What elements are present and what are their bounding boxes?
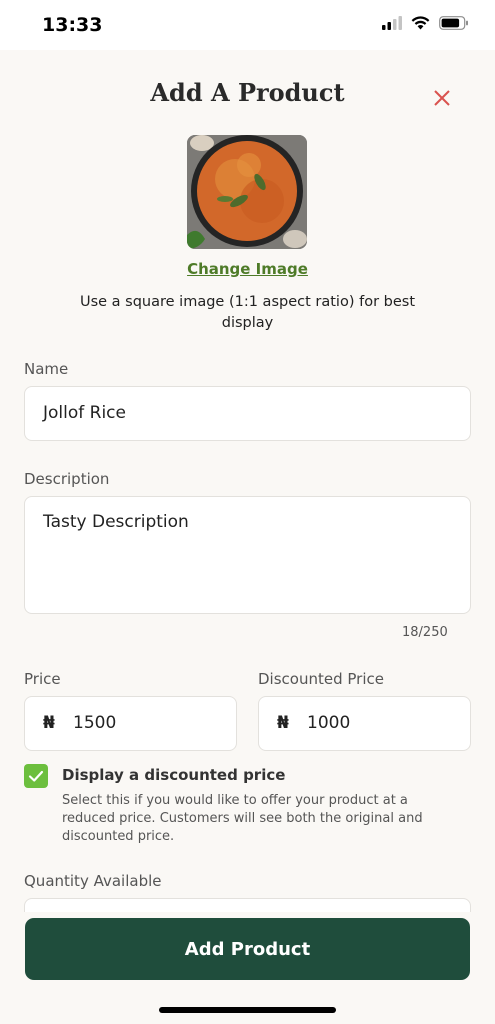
name-value: Jollof Rice	[43, 403, 126, 423]
discounted-price-input[interactable]: ₦ 1000	[258, 696, 471, 751]
price-input[interactable]: ₦ 1500	[24, 696, 237, 751]
food-plate-image	[187, 135, 307, 249]
close-button[interactable]	[428, 84, 456, 112]
battery-icon	[439, 16, 468, 30]
cellular-signal-icon	[382, 16, 402, 30]
close-icon	[434, 90, 450, 106]
name-input[interactable]: Jollof Rice	[24, 386, 471, 441]
wifi-icon	[411, 16, 430, 30]
description-value: Tasty Description	[43, 512, 189, 532]
price-label: Price	[24, 670, 61, 688]
discount-checkbox-label: Display a discounted price	[62, 766, 286, 784]
discounted-price-label: Discounted Price	[258, 670, 384, 688]
change-image-link[interactable]: Change Image	[0, 260, 495, 278]
discounted-price-value: 1000	[307, 713, 351, 733]
image-hint: Use a square image (1:1 aspect ratio) fo…	[79, 294, 415, 331]
add-product-sheet: Add A Product Change Image Use a square …	[0, 50, 495, 1024]
product-image[interactable]	[187, 135, 307, 249]
description-char-counter: 18/250	[402, 625, 448, 640]
naira-icon: ₦	[277, 713, 289, 733]
name-label: Name	[24, 360, 69, 378]
description-textarea[interactable]: Tasty Description	[24, 496, 471, 614]
description-label: Description	[24, 470, 110, 488]
status-icons	[382, 16, 469, 30]
status-bar: 13:33	[0, 0, 495, 50]
status-time: 13:33	[42, 14, 103, 36]
page-title: Add A Product	[150, 78, 345, 107]
home-indicator	[159, 1007, 336, 1013]
naira-icon: ₦	[43, 713, 55, 733]
quantity-label: Quantity Available	[24, 872, 162, 890]
checkmark-icon	[28, 770, 44, 782]
discount-checkbox[interactable]	[24, 764, 48, 788]
add-product-button[interactable]: Add Product	[25, 918, 470, 980]
price-value: 1500	[73, 713, 117, 733]
discount-checkbox-help: Select this if you would like to offer y…	[62, 793, 423, 844]
